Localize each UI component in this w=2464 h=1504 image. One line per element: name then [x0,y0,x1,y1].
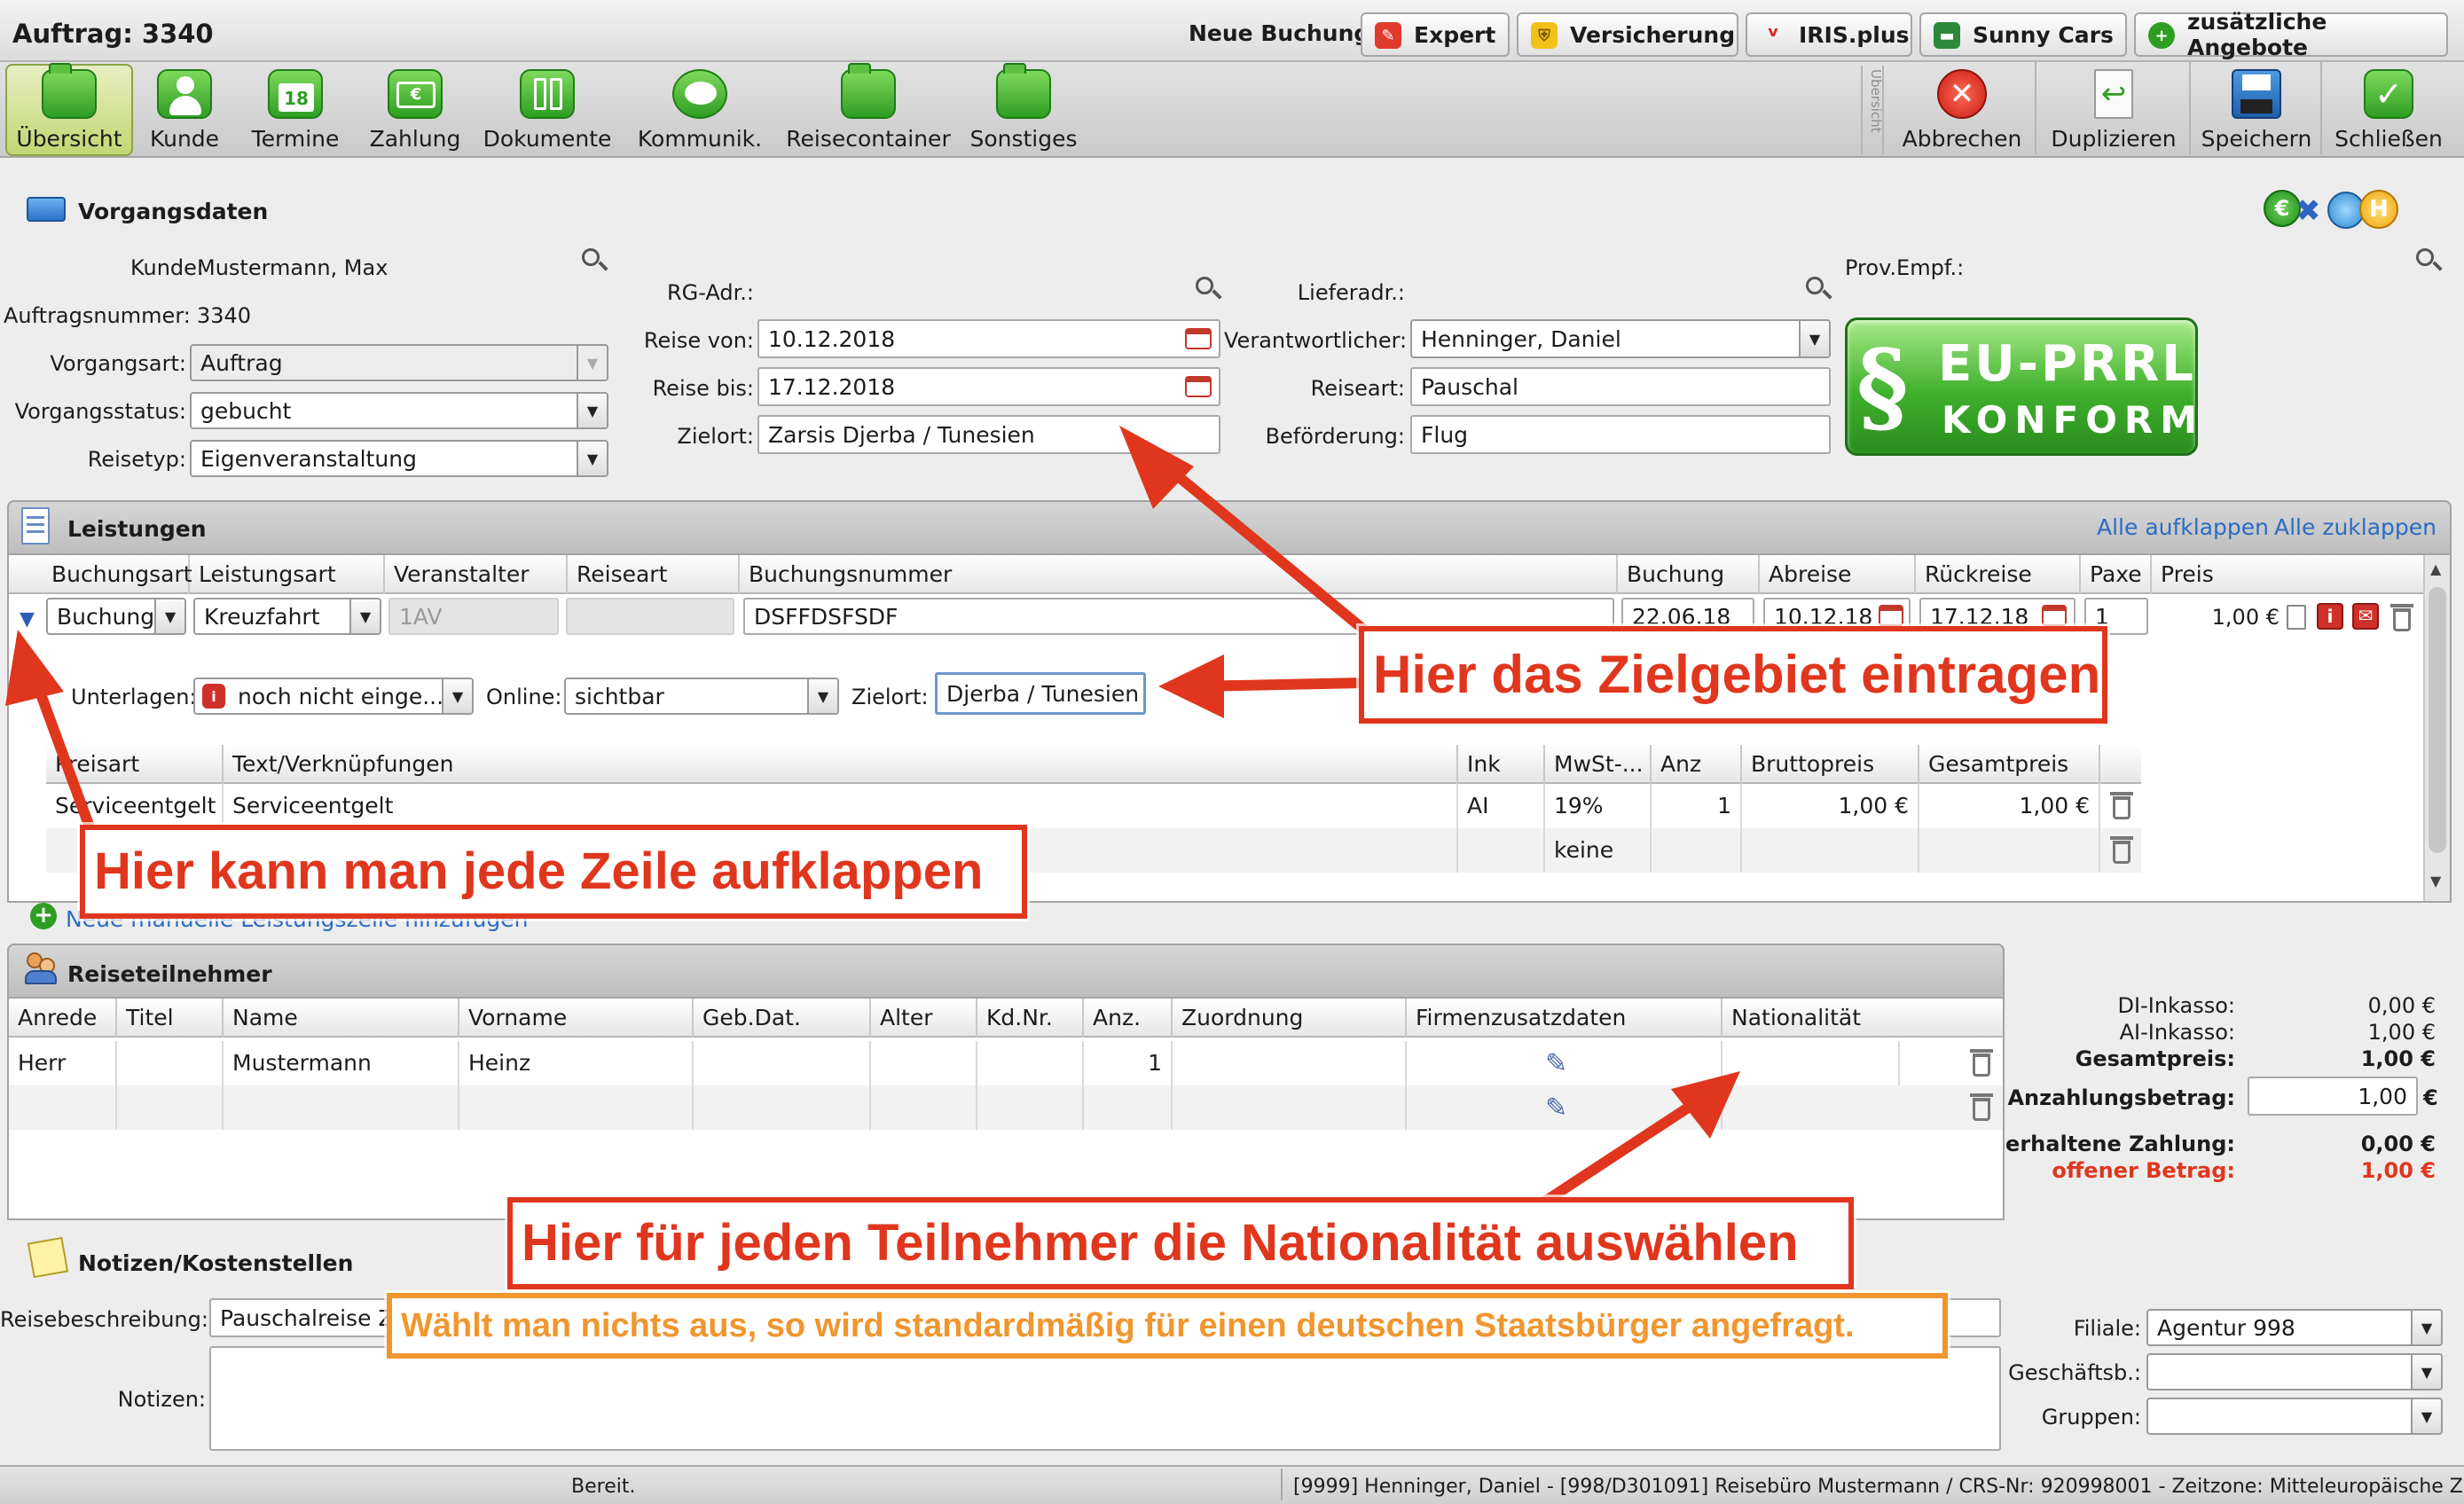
arrow-head [1119,426,1194,509]
arrow-to-zielort [1157,458,1371,637]
annotation-zielgebiet: Hier das Zielgebiet eintragen [1359,626,2107,724]
arrow-head [1671,1071,1740,1139]
arrow-to-nationalitaet [1538,1093,1708,1208]
annotation-aufklappen: Hier kann man jede Zeile aufklappen [80,825,1027,919]
arrow-head [1158,654,1224,718]
arrow-head [5,630,64,706]
annotation-nationalitaet: Hier für jeden Teilnehmer die Nationalit… [507,1197,1854,1289]
annotation-hinweis: Wählt man nichts aus, so wird standardmä… [387,1293,1948,1359]
